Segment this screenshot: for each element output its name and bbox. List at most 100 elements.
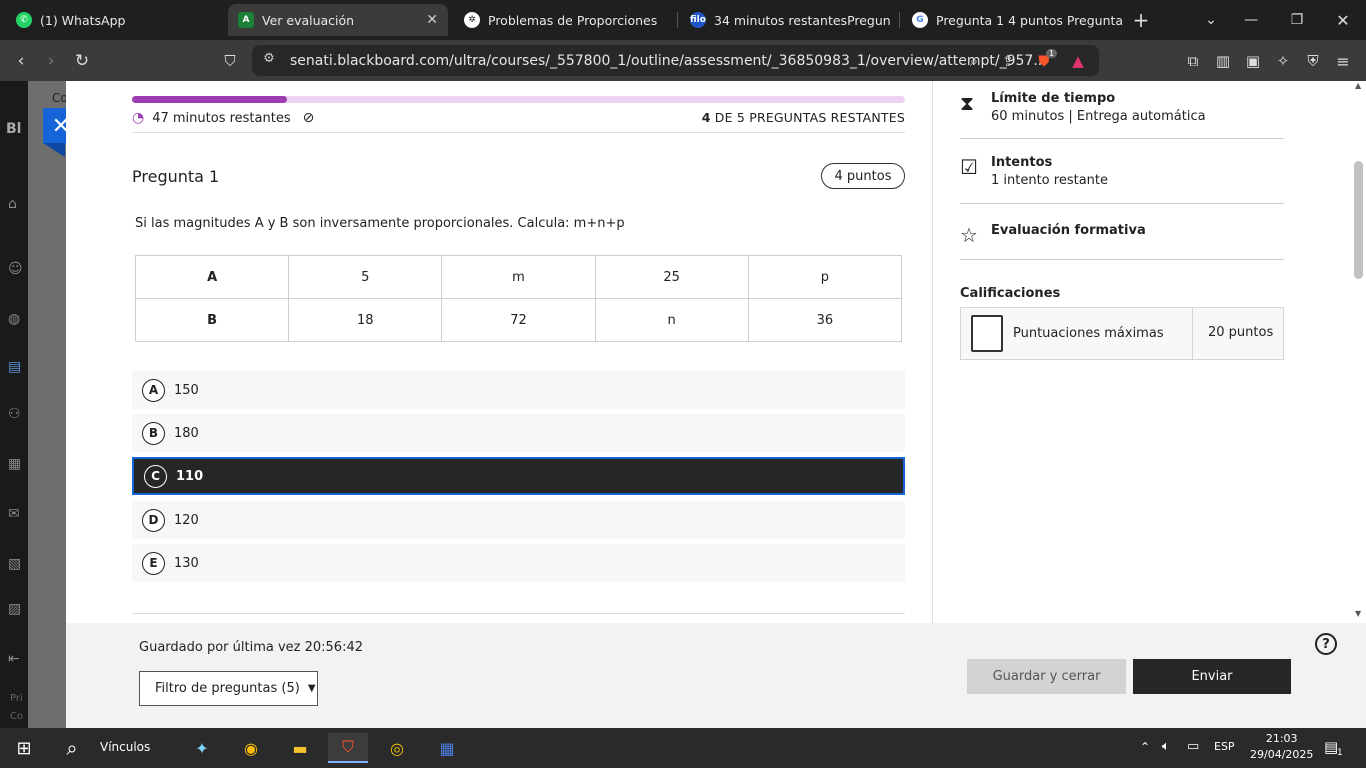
submit-button[interactable]: Enviar — [1133, 659, 1291, 694]
tab-ver-evaluacion[interactable]: A Ver evaluación ✕ — [228, 4, 448, 36]
option-e[interactable]: E 130 — [132, 544, 905, 582]
bookmark-icon[interactable]: ⛉ — [217, 48, 243, 74]
table-cell: 36 — [747, 298, 903, 342]
option-letter: B — [142, 421, 165, 445]
max-score-box: Puntuaciones máximas 20 puntos — [960, 307, 1284, 360]
remaining-text: DE 5 PREGUNTAS RESTANTES — [714, 110, 905, 125]
search-label[interactable]: Vínculos — [100, 740, 150, 754]
whatsapp-icon: ✆ — [16, 12, 32, 28]
copilot-icon[interactable]: ✦ — [182, 733, 222, 763]
option-b[interactable]: B 180 — [132, 414, 905, 452]
progress-fill — [132, 96, 287, 103]
signout-icon: ⇤ — [8, 651, 20, 667]
option-letter: C — [144, 464, 167, 488]
assessment-footer: Guardado por última vez 20:56:42 Filtro … — [66, 623, 1366, 728]
zoom-icon[interactable]: ⌕ — [964, 52, 984, 70]
tab-google[interactable]: G Pregunta 1 4 puntos Pregunta 1 S — [902, 4, 1122, 36]
question-text: Si las magnitudes A y B son inversamente… — [135, 216, 625, 231]
background-panel: Co — [28, 81, 68, 728]
search-icon[interactable]: ⌕ — [52, 733, 92, 763]
address-bar[interactable]: ⚙ senati.blackboard.com/ultra/courses/_5… — [252, 45, 1099, 76]
option-letter: D — [142, 508, 165, 532]
questions-remaining: 4 DE 5 PREGUNTAS RESTANTES — [702, 110, 905, 125]
save-close-button[interactable]: Guardar y cerrar — [967, 659, 1126, 694]
star-icon: ☆ — [960, 223, 978, 247]
timer-icon: ◔ — [132, 110, 145, 126]
option-d[interactable]: D 120 — [132, 501, 905, 539]
divider — [132, 132, 905, 133]
network-icon[interactable]: ▭ — [1187, 739, 1199, 754]
option-a[interactable]: A 150 — [132, 371, 905, 409]
divider — [960, 138, 1284, 139]
extensions-icon[interactable]: ⧉ — [1180, 48, 1206, 74]
table-cell: p — [747, 255, 903, 299]
app-icon[interactable]: ◎ — [377, 733, 417, 763]
formative-title: Evaluación formativa — [991, 223, 1146, 238]
option-letter: A — [142, 378, 165, 402]
scroll-thumb[interactable] — [1354, 161, 1363, 279]
option-c[interactable]: C 110 — [132, 457, 905, 495]
calendar-icon: ▦ — [8, 456, 22, 472]
wallet-icon[interactable]: ▣ — [1240, 48, 1266, 74]
menu-icon[interactable]: ≡ — [1330, 48, 1356, 74]
back-icon[interactable]: ‹ — [8, 48, 34, 74]
scroll-down-icon[interactable]: ▼ — [1355, 609, 1361, 618]
brave-rewards-icon[interactable]: ▲ — [1068, 52, 1088, 70]
groups-icon: ⚇ — [8, 406, 21, 422]
option-value: 180 — [174, 425, 199, 441]
question-title: Pregunta 1 — [132, 167, 220, 186]
timer: ◔ 47 minutos restantes ⊘ — [132, 110, 314, 126]
taskbar: ⊞ ⌕ Vínculos ✦ ◉ ▬ ⛉ ◎ ▦ ⌃ 🔈︎ ▭ ESP 21:0… — [0, 728, 1366, 768]
vpn-icon[interactable]: ⛨ — [1300, 48, 1326, 74]
browser-tab-bar: ✆ (1) WhatsApp A Ver evaluación ✕ ✲ Prob… — [0, 0, 1366, 40]
share-icon[interactable]: ⇪ — [998, 52, 1018, 70]
forward-icon[interactable]: › — [38, 48, 64, 74]
divider — [960, 259, 1284, 260]
document-icon — [971, 315, 1003, 352]
grades-icon: ▧ — [8, 556, 22, 572]
blackboard-icon: A — [238, 12, 254, 28]
details-sidebar: ⧗ Límite de tiempo 60 minutos | Entrega … — [932, 81, 1352, 623]
divider — [132, 613, 905, 614]
tab-whatsapp[interactable]: ✆ (1) WhatsApp — [6, 4, 216, 36]
scrollbar[interactable]: ▲ ▼ — [1352, 81, 1366, 623]
close-window-button[interactable]: ✕ — [1320, 0, 1366, 40]
chrome-icon[interactable]: ◉ — [231, 733, 271, 763]
volume-icon[interactable]: 🔈︎ — [1162, 739, 1170, 754]
divider — [960, 203, 1284, 204]
site-settings-icon[interactable]: ⚙ — [259, 51, 279, 66]
filter-label: Filtro de preguntas (5) — [155, 681, 300, 696]
hide-timer-icon[interactable]: ⊘ — [303, 110, 315, 126]
minimize-button[interactable]: — — [1228, 0, 1274, 40]
tab-label: (1) WhatsApp — [40, 12, 126, 28]
background-logo: Bl — [6, 121, 22, 137]
option-value: 120 — [174, 512, 199, 528]
institution-icon: ⌂ — [8, 196, 17, 212]
points-badge: 4 puntos — [821, 163, 905, 189]
background-nav: Bl ⌂ ☺ ◍ ▤ ⚇ ▦ ✉ ▧ ▨ ⇤ Pri Co — [0, 81, 28, 728]
close-tab-icon[interactable]: ✕ — [426, 12, 438, 28]
background-footer-text: Pri — [10, 693, 23, 704]
divider — [1192, 308, 1193, 359]
help-icon[interactable]: ? — [1315, 633, 1337, 655]
restore-button[interactable]: ❐ — [1274, 0, 1320, 40]
calculator-icon[interactable]: ▦ — [427, 733, 467, 763]
table-cell: m — [441, 255, 596, 299]
clock[interactable]: 21:03 29/04/2025 — [1250, 731, 1313, 763]
background-footer-text: Co — [10, 711, 24, 722]
brave-icon[interactable]: ⛉ — [328, 733, 368, 763]
language-indicator[interactable]: ESP — [1214, 740, 1235, 753]
new-tab-button[interactable]: + — [1118, 0, 1164, 40]
scroll-up-icon[interactable]: ▲ — [1355, 81, 1361, 90]
sidebar-icon[interactable]: ▥ — [1210, 48, 1236, 74]
leo-ai-icon[interactable]: ✧ — [1270, 48, 1296, 74]
reload-icon[interactable]: ↻ — [69, 48, 95, 74]
tab-label: Ver evaluación — [262, 12, 355, 28]
tray-chevron-icon[interactable]: ⌃ — [1140, 740, 1150, 754]
attempts-title: Intentos — [991, 155, 1053, 170]
windows-start-icon[interactable]: ⊞ — [4, 733, 44, 763]
tab-problemas[interactable]: ✲ Problemas de Proporciones — [454, 4, 674, 36]
file-explorer-icon[interactable]: ▬ — [280, 733, 320, 763]
question-filter-dropdown[interactable]: Filtro de preguntas (5) ▼ — [139, 671, 318, 706]
tab-filo[interactable]: filo 34 minutos restantesPregunta 3 — [680, 4, 890, 36]
